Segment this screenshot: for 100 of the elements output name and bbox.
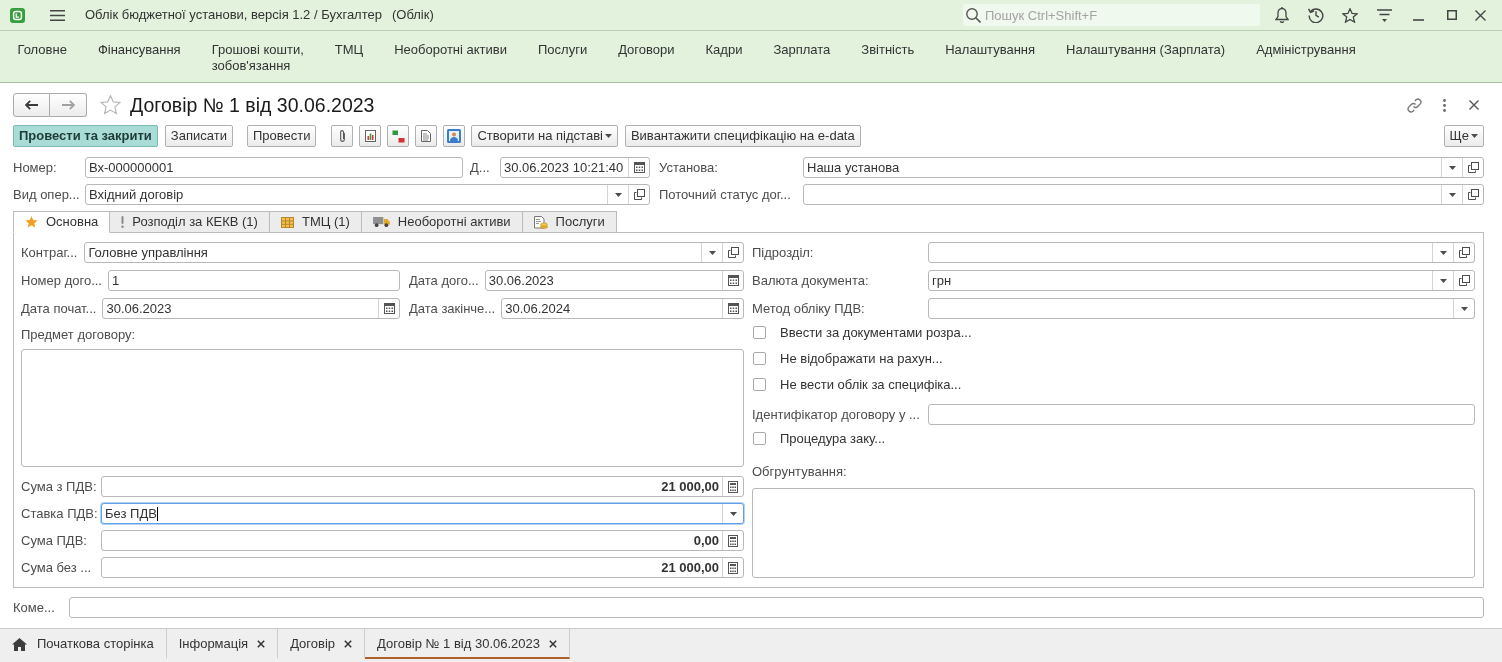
- star-icon: [25, 216, 38, 228]
- menu-icon[interactable]: [50, 9, 65, 21]
- caret-down-icon[interactable]: [1460, 306, 1468, 311]
- report-button[interactable]: [359, 125, 382, 147]
- calendar-icon[interactable]: [727, 275, 739, 286]
- caret-down-icon[interactable]: [1439, 278, 1447, 283]
- number-field[interactable]: 0,00: [101, 530, 744, 551]
- section-link[interactable]: Грошові кошти, зобов'язання: [196, 31, 320, 74]
- tab[interactable]: Необоротні активи: [360, 211, 523, 233]
- date-field[interactable]: 30.06.2024: [501, 298, 744, 319]
- link-icon[interactable]: [1406, 97, 1422, 113]
- command-button[interactable]: Ще: [1443, 125, 1484, 147]
- section-link[interactable]: Налаштування (Зарплата): [1050, 31, 1241, 58]
- close-icon[interactable]: [257, 640, 266, 648]
- calculator-icon[interactable]: [728, 534, 738, 547]
- close-icon[interactable]: [1469, 100, 1479, 110]
- minimize-icon[interactable]: [1412, 18, 1424, 21]
- maximize-icon[interactable]: [1447, 10, 1457, 20]
- command-button[interactable]: Вивантажити специфікацію на e-data: [624, 125, 861, 147]
- caret-down-icon[interactable]: [708, 250, 716, 255]
- contact-card-button[interactable]: [443, 125, 466, 147]
- calculator-icon[interactable]: [728, 561, 738, 574]
- search-field[interactable]: Пошук Ctrl+Shift+F: [963, 4, 1260, 26]
- window-tab[interactable]: Договір: [278, 629, 366, 659]
- section-link[interactable]: Головне: [2, 31, 83, 58]
- tab[interactable]: Розподіл за КЕКВ (1): [109, 211, 270, 233]
- star-icon[interactable]: [1342, 7, 1358, 23]
- section-link[interactable]: Зарплата: [757, 31, 846, 58]
- dropdown-field[interactable]: [928, 298, 1475, 319]
- star-icon[interactable]: [100, 95, 121, 115]
- checkbox[interactable]: [753, 352, 766, 365]
- overlapping-squares-icon[interactable]: [633, 189, 645, 200]
- number-field[interactable]: 21 000,00: [101, 557, 744, 578]
- date-field[interactable]: 30.06.2023 10:21:40: [500, 157, 650, 178]
- document-button[interactable]: [415, 125, 438, 147]
- dropdown-field[interactable]: Наша установа: [803, 157, 1484, 178]
- field-label: Вид опер...: [13, 186, 81, 203]
- calendar-icon[interactable]: [633, 162, 645, 173]
- section-link[interactable]: Послуги: [522, 31, 603, 58]
- tab[interactable]: ТМЦ (1): [268, 211, 362, 233]
- dropdown-field[interactable]: Без ПДВ: [101, 503, 744, 524]
- command-button[interactable]: Створити на підставі: [471, 125, 618, 147]
- checkbox[interactable]: [753, 432, 766, 445]
- command-button[interactable]: Записати: [164, 125, 233, 147]
- caret-down-icon[interactable]: [729, 511, 737, 516]
- text-field[interactable]: [928, 404, 1475, 425]
- calendar-icon[interactable]: [727, 303, 739, 314]
- overlapping-squares-icon[interactable]: [727, 247, 739, 258]
- command-button[interactable]: Провести та закрити: [13, 125, 158, 147]
- dropdown-field[interactable]: грн: [928, 270, 1475, 291]
- caret-down-icon[interactable]: [1448, 192, 1456, 197]
- text-field[interactable]: 1: [107, 270, 400, 291]
- overlapping-squares-icon[interactable]: [1467, 162, 1479, 173]
- caret-down-icon[interactable]: [614, 192, 622, 197]
- date-field[interactable]: 30.06.2023: [102, 298, 400, 319]
- caret-down-icon[interactable]: [1439, 250, 1447, 255]
- close-icon[interactable]: [549, 640, 558, 648]
- section-link[interactable]: Договори: [602, 31, 690, 58]
- field-label: Контраг...: [21, 244, 78, 261]
- more-icon[interactable]: [1442, 98, 1446, 112]
- field-label: Сума з ПДВ:: [21, 478, 98, 495]
- section-link[interactable]: Необоротні активи: [378, 31, 523, 58]
- tab[interactable]: Основна: [13, 211, 111, 233]
- overlapping-squares-icon[interactable]: [1467, 189, 1479, 200]
- window-tab[interactable]: Інформація: [166, 629, 279, 659]
- close-icon[interactable]: [344, 640, 353, 648]
- attachments-button[interactable]: [331, 125, 354, 147]
- calendar-icon[interactable]: [383, 303, 395, 314]
- dropdown-field[interactable]: Вхідний договір: [85, 184, 650, 205]
- field-label: Предмет договору:: [21, 327, 136, 343]
- section-link[interactable]: ТМЦ: [319, 31, 379, 58]
- number-field[interactable]: 21 000,00: [101, 476, 744, 497]
- window-tab[interactable]: Початкова сторінка: [0, 629, 167, 659]
- checkbox[interactable]: [753, 378, 766, 391]
- checkbox-label: Не відображати на рахун...: [780, 350, 943, 367]
- text-field[interactable]: [69, 597, 1484, 618]
- postings-button[interactable]: [387, 125, 410, 147]
- command-button[interactable]: Провести: [246, 125, 317, 147]
- text-field[interactable]: Вх-000000001: [85, 157, 463, 178]
- menu-lines-icon[interactable]: [1376, 8, 1392, 22]
- checkbox[interactable]: [753, 326, 766, 339]
- section-link[interactable]: Налаштування: [929, 31, 1051, 58]
- overlapping-squares-icon[interactable]: [1458, 275, 1470, 286]
- history-icon[interactable]: [1308, 7, 1324, 23]
- calculator-icon[interactable]: [728, 480, 738, 493]
- dropdown-field[interactable]: Головне управління: [84, 242, 744, 263]
- section-link[interactable]: Фінансування: [82, 31, 197, 58]
- date-field[interactable]: 30.06.2023: [484, 270, 744, 291]
- section-link[interactable]: Адміністрування: [1240, 31, 1372, 58]
- dropdown-field[interactable]: [803, 184, 1484, 205]
- section-link[interactable]: Кадри: [690, 31, 758, 58]
- section-link[interactable]: Звітність: [845, 31, 930, 58]
- caret-down-icon[interactable]: [1448, 165, 1456, 170]
- bell-icon[interactable]: [1275, 7, 1289, 23]
- dropdown-field[interactable]: [928, 242, 1475, 263]
- overlapping-squares-icon[interactable]: [1458, 247, 1470, 258]
- window-tab[interactable]: Договір № 1 від 30.06.2023: [365, 629, 571, 659]
- close-icon[interactable]: [1474, 9, 1486, 21]
- back-button[interactable]: [13, 93, 50, 117]
- tab[interactable]: Послуги: [521, 211, 617, 233]
